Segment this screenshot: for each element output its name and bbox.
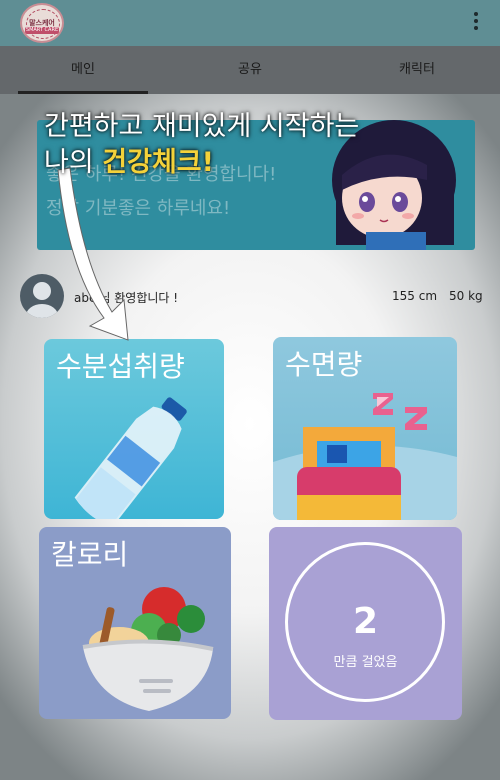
user-silhouette-icon — [26, 282, 58, 318]
app-screen: 말스케어 SMART CARE 메인 공유 캐릭터 좋은 하루! 건강을 환영합… — [0, 0, 500, 780]
steps-count: 2 — [352, 601, 379, 642]
bed-icon — [273, 393, 457, 520]
welcome-text: abc 님 환영합니다 ! — [74, 291, 179, 305]
avatar[interactable] — [20, 274, 64, 318]
app-logo: 말스케어 SMART CARE — [20, 3, 64, 43]
banner-line-2: 정말 기분좋은 하루네요! — [46, 198, 231, 219]
salad-bowl-icon — [82, 587, 214, 711]
tab-main[interactable]: 메인 — [0, 46, 166, 94]
tab-character[interactable]: 캐릭터 — [334, 46, 500, 94]
water-bottle-icon — [74, 397, 187, 519]
height-value: 155 cm — [392, 289, 438, 303]
weight-value: 50 kg — [449, 289, 483, 303]
tutorial-caption-line-1: 간편하고 재미있게 시작하는 — [44, 111, 360, 142]
more-options-icon[interactable] — [472, 12, 480, 34]
tutorial-caption-line-2: 나의 건강체크! — [44, 140, 214, 179]
logo-banner: SMART CARE — [25, 27, 59, 34]
steps-label: 만큼 걸었음 — [333, 655, 398, 670]
tab-share[interactable]: 공유 — [166, 46, 334, 94]
tab-bar: 메인 공유 캐릭터 — [0, 46, 500, 94]
calorie-tile[interactable]: 칼로리 — [39, 527, 231, 719]
caption-highlight: 건강체크! — [102, 147, 214, 178]
top-app-bar: 말스케어 SMART CARE — [0, 0, 500, 46]
water-intake-tile[interactable]: 수분섭취량 — [44, 339, 224, 519]
sleep-tile[interactable]: 수면량 — [273, 337, 457, 520]
steps-tile[interactable]: 2 만큼 걸었음 — [269, 527, 462, 720]
caption-prefix: 나의 — [44, 147, 103, 178]
